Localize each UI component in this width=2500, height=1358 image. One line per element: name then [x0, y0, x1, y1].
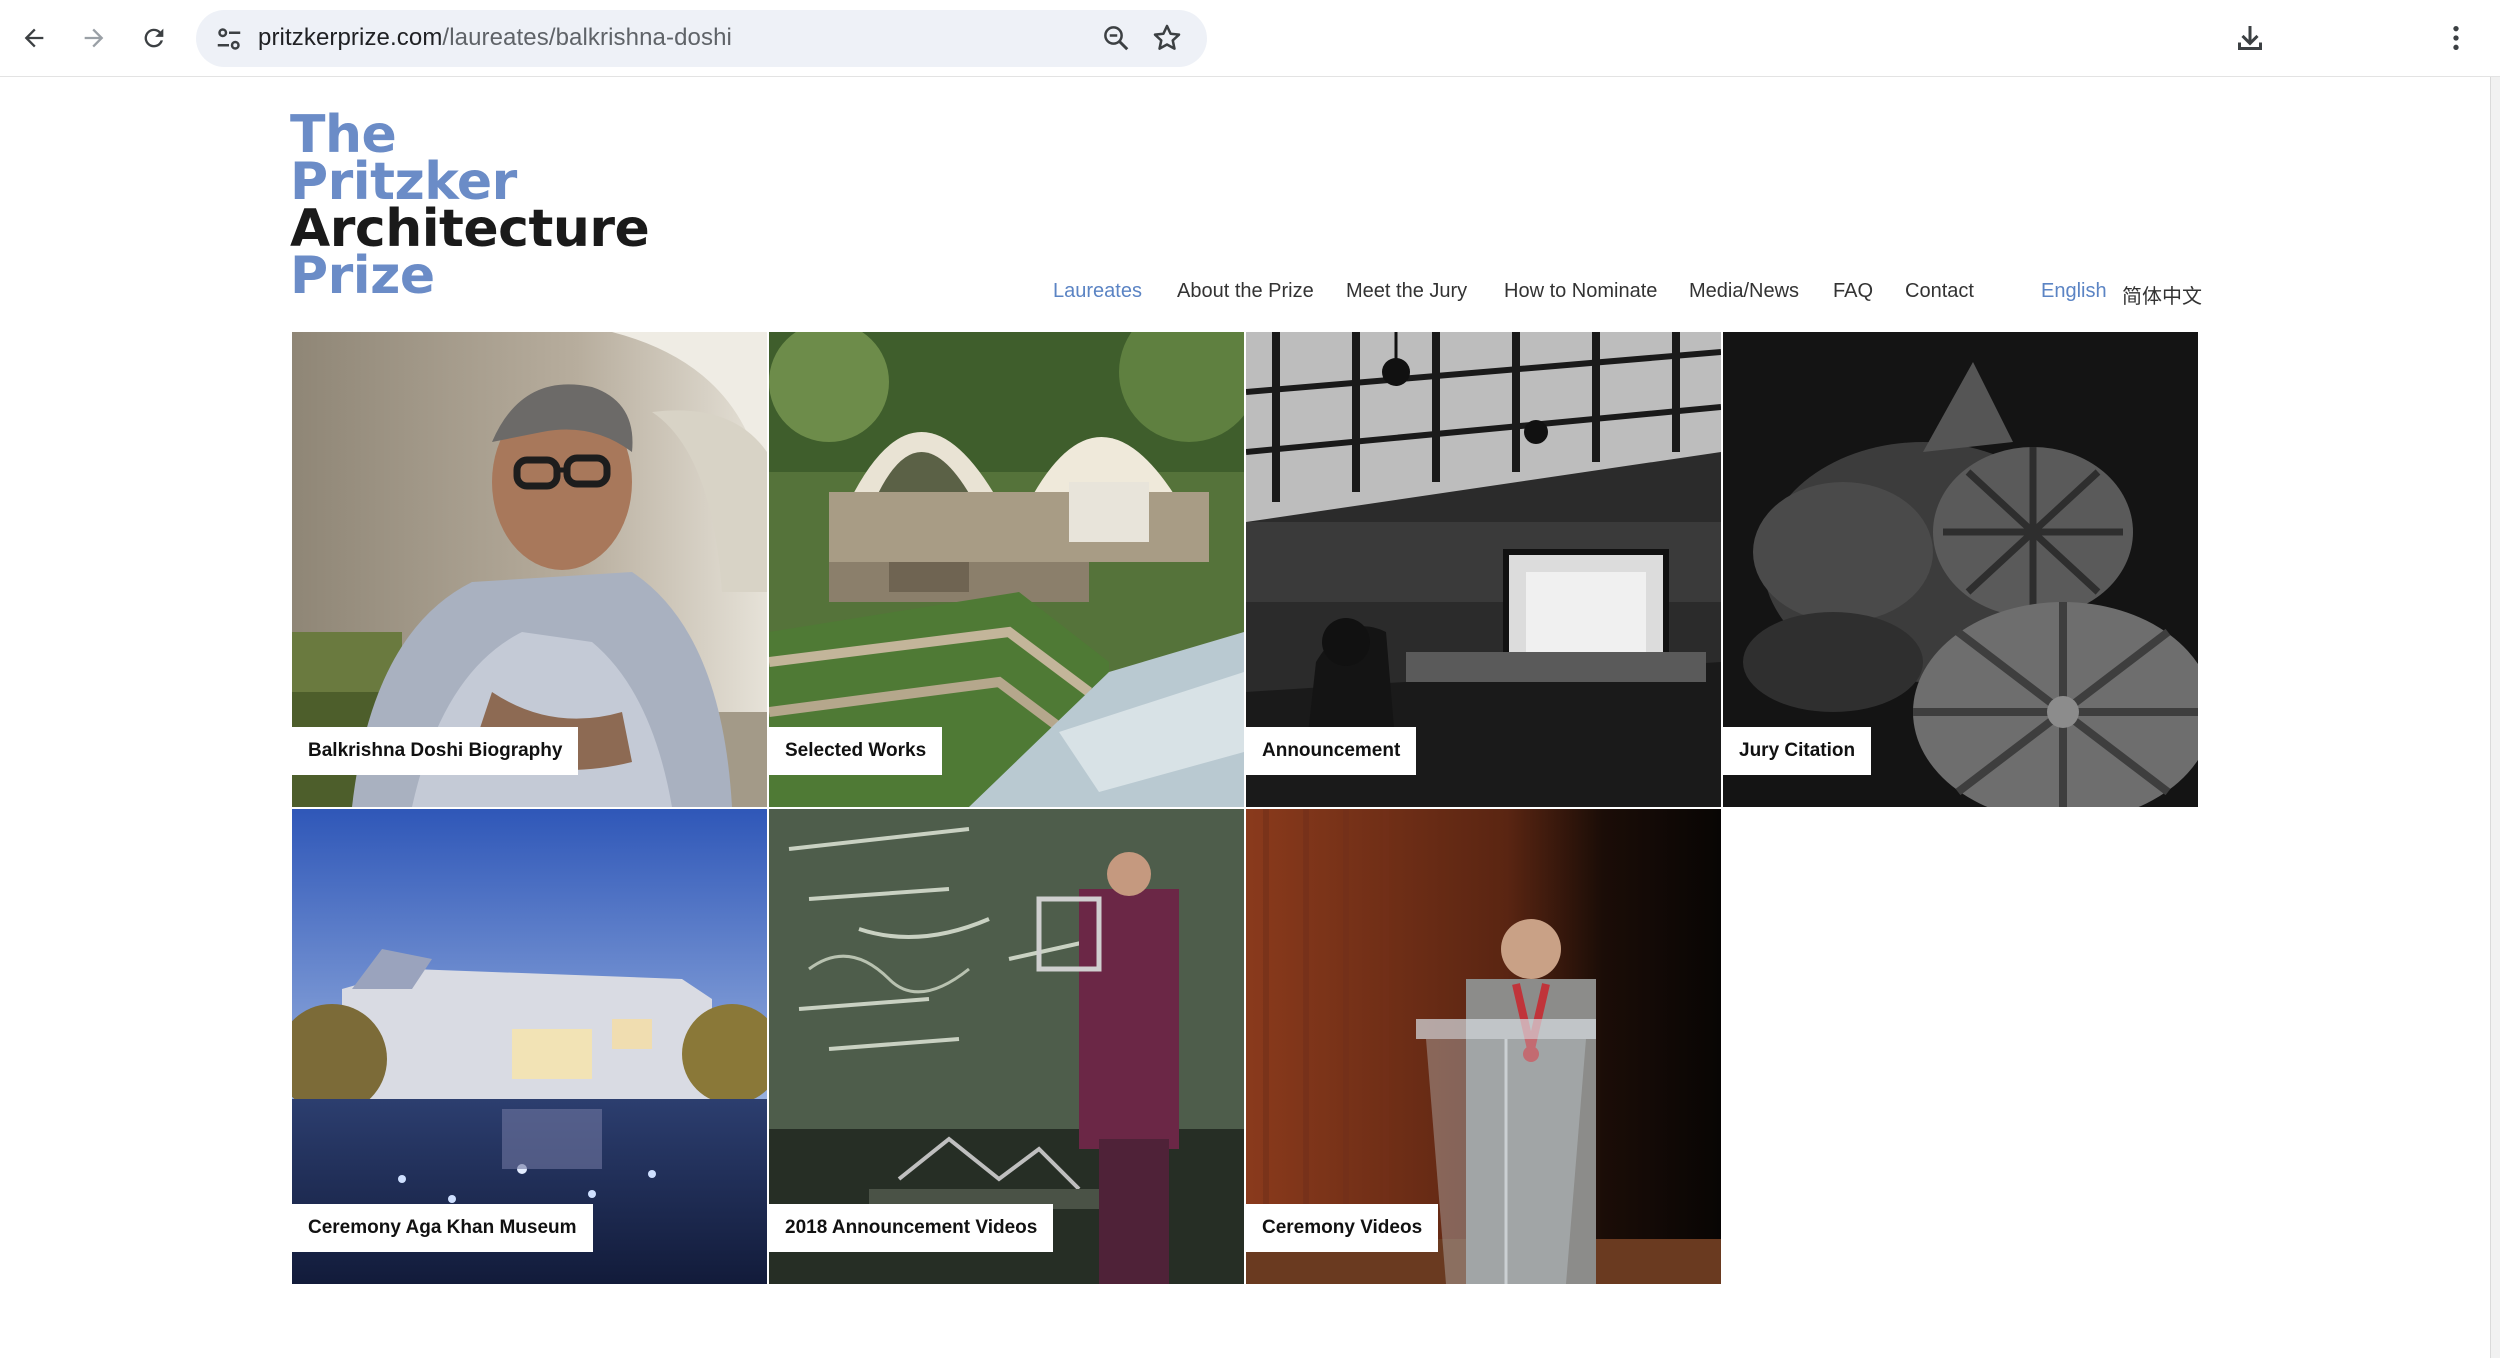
site-settings-icon[interactable] [214, 24, 244, 54]
nav-meet-the-jury[interactable]: Meet the Jury [1346, 280, 1467, 303]
tile-label: Ceremony Videos [1246, 1204, 1439, 1252]
tile-label: 2018 Announcement Videos [769, 1204, 1054, 1252]
nav-contact[interactable]: Contact [1905, 280, 1974, 303]
logo-line-prize: Prize [290, 246, 435, 306]
nav-faq[interactable]: FAQ [1833, 280, 1873, 303]
nav-laureates[interactable]: Laureates [1053, 280, 1142, 303]
tile-announcement-videos[interactable]: 2018 Announcement Videos [769, 809, 1244, 1284]
download-icon[interactable] [2232, 20, 2268, 56]
nav-about-the-prize[interactable]: About the Prize [1177, 280, 1314, 303]
lang-english[interactable]: English [2041, 280, 2107, 303]
tile-biography[interactable]: Balkrishna Doshi Biography [292, 332, 767, 807]
url-domain: pritzkerprize.com [258, 24, 443, 51]
tile-label: Announcement [1246, 727, 1417, 775]
tile-label: Selected Works [769, 727, 943, 775]
browser-toolbar: pritzkerprize.com/laureates/balkrishna-d… [0, 0, 2500, 77]
back-button[interactable] [10, 14, 58, 62]
tile-selected-works[interactable]: Selected Works [769, 332, 1244, 807]
site-logo[interactable]: The Pritzker Architecture Prize [290, 109, 650, 306]
bookmark-star-icon[interactable] [1151, 22, 1183, 54]
address-bar[interactable]: pritzkerprize.com/laureates/balkrishna-d… [196, 10, 1207, 67]
url-path: /laureates/balkrishna-doshi [442, 24, 732, 51]
forward-arrow-icon [84, 28, 104, 48]
tile-label: Ceremony Aga Khan Museum [292, 1204, 593, 1252]
reload-button[interactable] [130, 14, 178, 62]
reload-icon [144, 28, 164, 48]
forward-button[interactable] [70, 14, 118, 62]
tile-label: Jury Citation [1723, 727, 1872, 775]
tile-ceremony-aga-khan[interactable]: Ceremony Aga Khan Museum [292, 809, 767, 1284]
nav-how-to-nominate[interactable]: How to Nominate [1504, 280, 1657, 303]
lang-simplified-chinese[interactable]: 简体中文 [2122, 280, 2202, 309]
url-text[interactable]: pritzkerprize.com/laureates/balkrishna-d… [258, 24, 732, 52]
tile-jury-citation[interactable]: Jury Citation [1723, 332, 2198, 807]
menu-kebab-icon[interactable] [2440, 20, 2472, 56]
tile-announcement[interactable]: Announcement [1246, 332, 1721, 807]
tile-label: Balkrishna Doshi Biography [292, 727, 579, 775]
nav-media-news[interactable]: Media/News [1689, 280, 1799, 303]
zoom-icon[interactable] [1101, 23, 1131, 53]
back-arrow-icon [24, 28, 44, 48]
window-edge [2490, 77, 2500, 1358]
tile-ceremony-videos[interactable]: Ceremony Videos [1246, 809, 1721, 1284]
